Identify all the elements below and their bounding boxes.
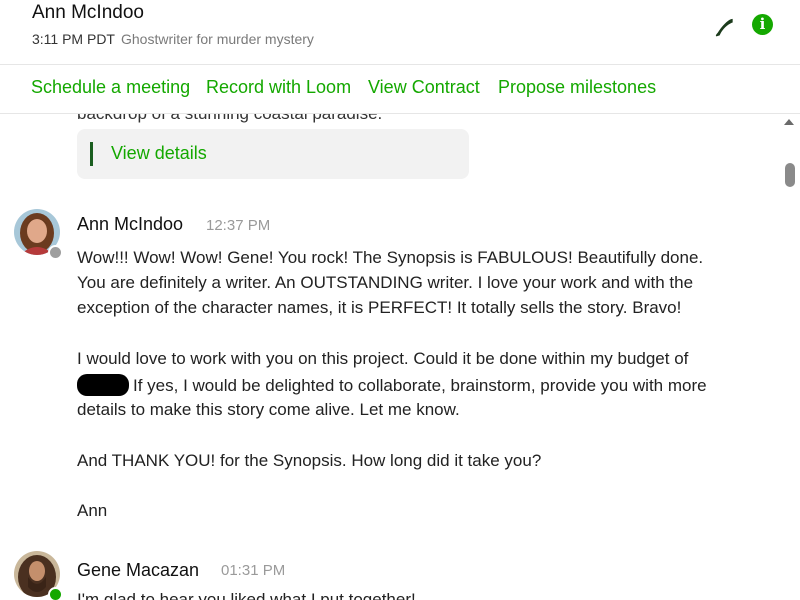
scrollbar-thumb[interactable] — [785, 163, 795, 187]
message-line: Ann — [77, 501, 108, 520]
message-line: I'm glad to hear you liked what I put to… — [77, 590, 416, 600]
job-title[interactable]: Ghostwriter for murder mystery — [121, 31, 314, 47]
action-bar: Schedule a meeting Record with Loom View… — [0, 65, 800, 114]
previous-message-text: backdrop of a stunning coastal paradise. — [77, 114, 382, 124]
message-time: 12:37 PM — [206, 217, 271, 234]
message-author[interactable]: Ann McIndoo — [77, 214, 183, 235]
view-contract-link[interactable]: View Contract — [368, 77, 480, 98]
message-author[interactable]: Gene Macazan — [77, 560, 199, 581]
contact-subtitle: 3:11 PM PDT Ghostwriter for murder myster… — [32, 31, 314, 47]
message-line: You are definitely a writer. An OUTSTAND… — [77, 273, 694, 292]
chat-header: Ann McIndoo 3:11 PM PDT Ghostwriter for m… — [0, 0, 800, 65]
record-loom-link[interactable]: Record with Loom — [206, 77, 351, 98]
presence-indicator — [48, 245, 63, 260]
message-line: Wow!!! Wow! Wow! Gene! You rock! The Syn… — [77, 248, 704, 267]
message-line-text: If yes, I would be delighted to collabor… — [133, 376, 707, 395]
propose-milestones-link[interactable]: Propose milestones — [498, 77, 656, 98]
message-line: exception of the character names, it is … — [77, 298, 682, 317]
message-line: I would love to work with you on this pr… — [77, 349, 689, 368]
redacted-amount — [77, 374, 129, 396]
view-details-link[interactable]: View details — [111, 143, 207, 164]
message-line: If yes, I would be delighted to collabor… — [77, 374, 707, 396]
phone-icon[interactable] — [711, 14, 737, 40]
message-line: And THANK YOU! for the Synopsis. How lon… — [77, 451, 542, 470]
message-line: details to make this story come alive. L… — [77, 400, 460, 419]
scroll-up-arrow[interactable] — [784, 119, 794, 125]
view-details-card[interactable]: View details — [77, 129, 469, 179]
contact-name[interactable]: Ann McIndoo — [32, 2, 144, 24]
message-feed[interactable]: backdrop of a stunning coastal paradise.… — [0, 114, 800, 600]
quote-bar — [90, 142, 93, 166]
message-time: 01:31 PM — [221, 562, 286, 579]
info-icon[interactable]: i — [752, 14, 773, 35]
presence-indicator — [48, 587, 63, 600]
schedule-meeting-link[interactable]: Schedule a meeting — [31, 77, 190, 98]
local-time: 3:11 PM PDT — [32, 31, 115, 47]
